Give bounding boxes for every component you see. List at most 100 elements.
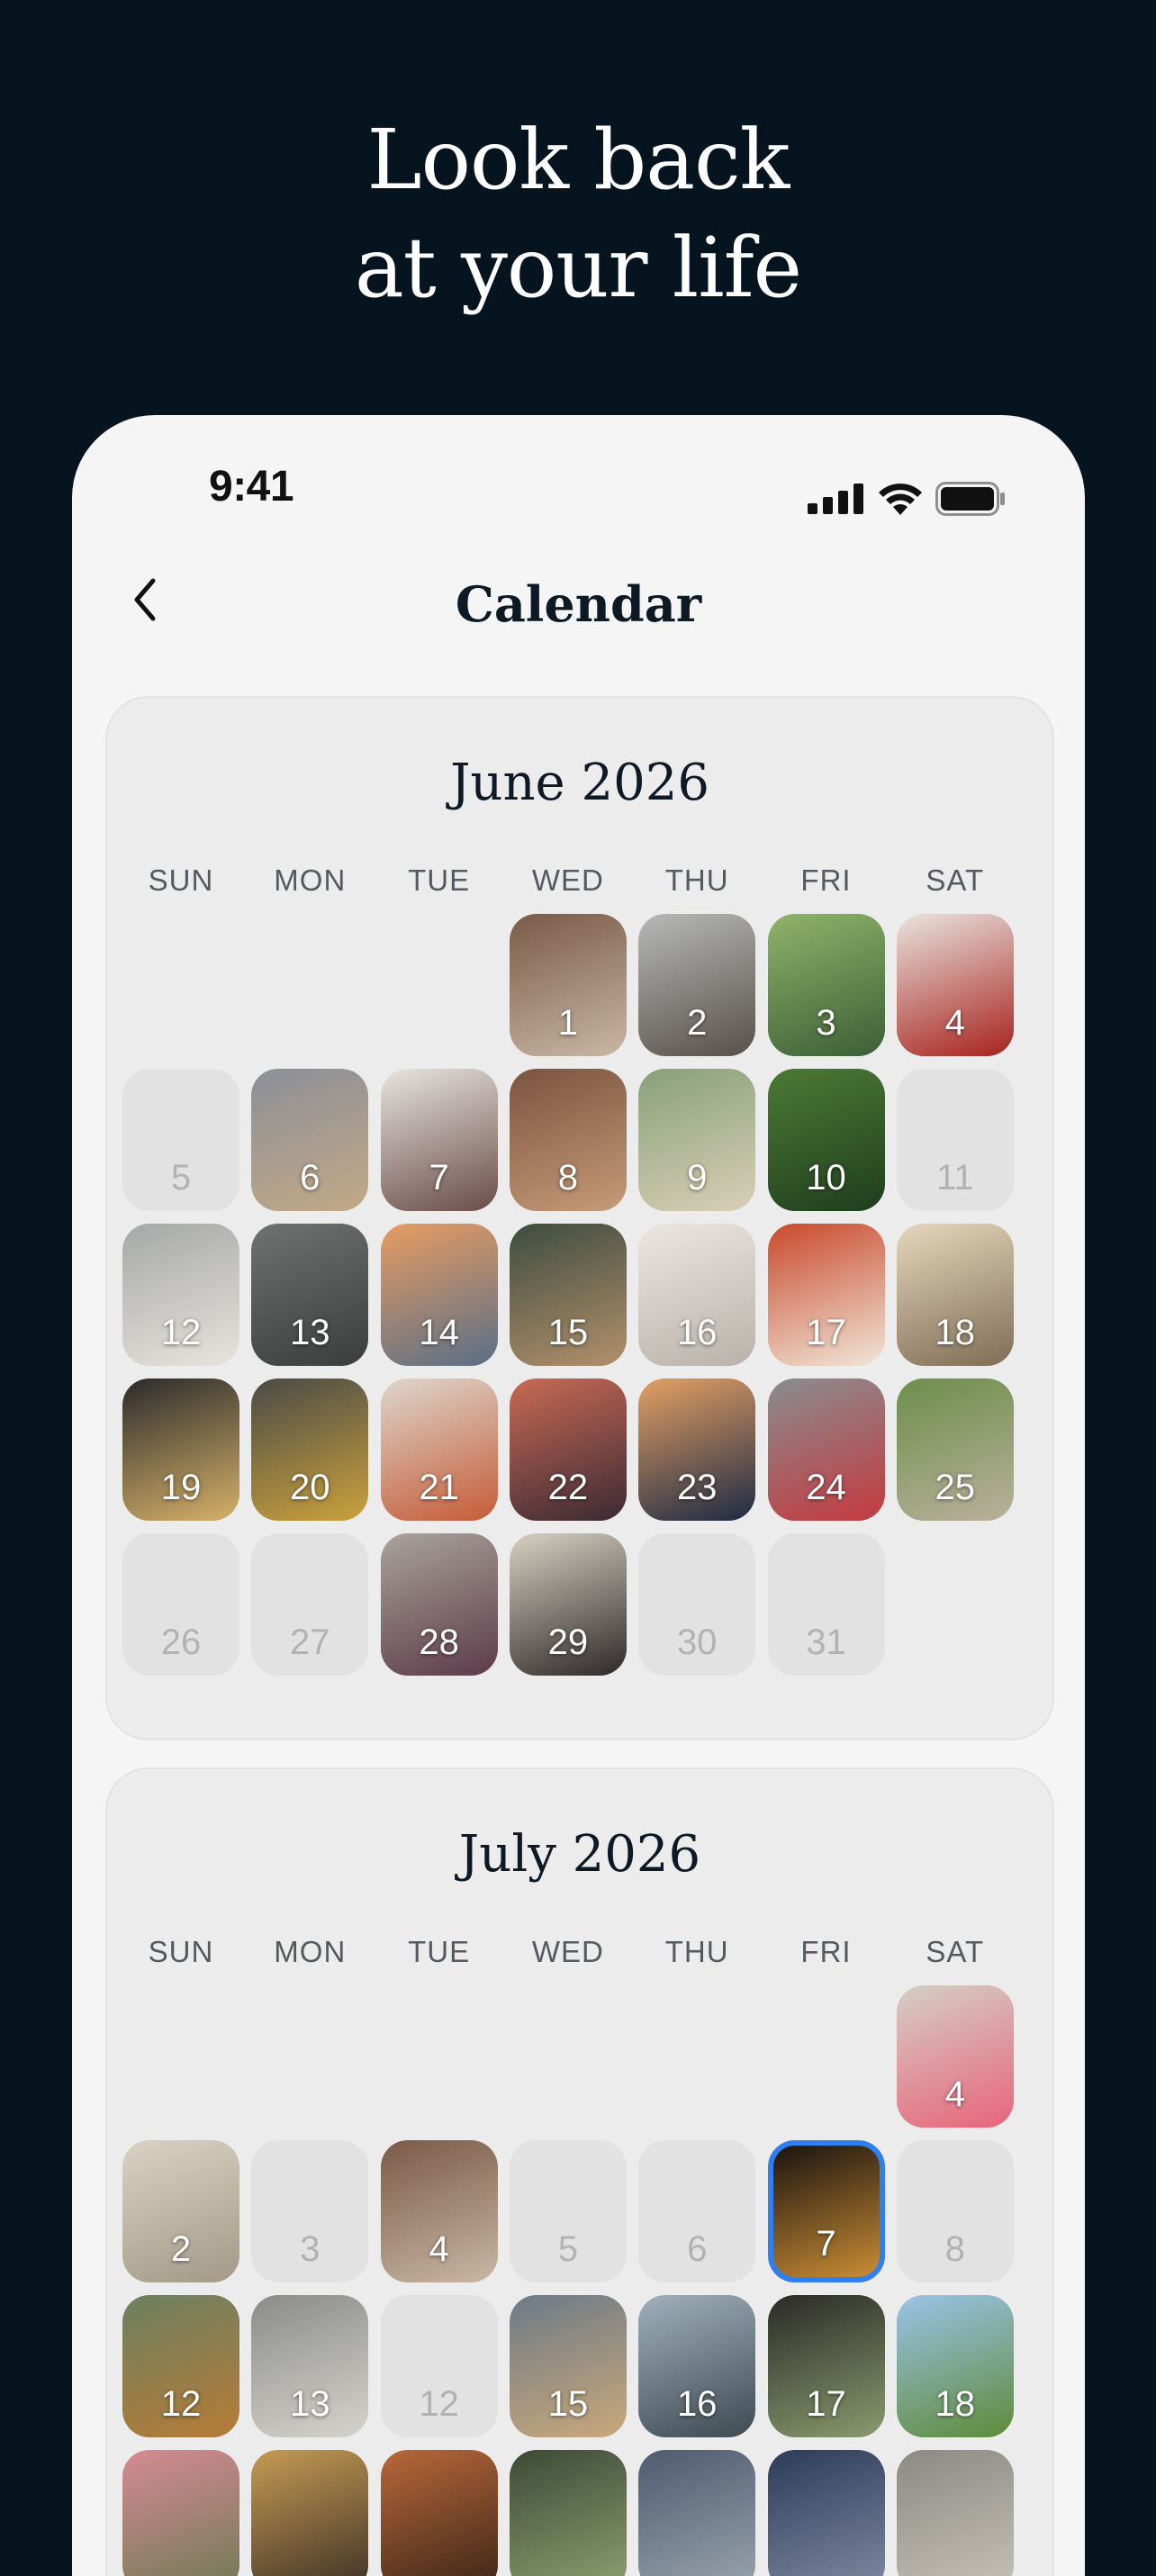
day-number: 2: [170, 2229, 192, 2269]
calendar-day[interactable]: 8: [896, 2140, 1014, 2282]
calendar-day[interactable]: 6: [638, 2140, 756, 2282]
day-number: 17: [806, 2384, 846, 2424]
calendar-day[interactable]: 4: [896, 914, 1014, 1056]
calendar-day[interactable]: 5: [122, 1069, 239, 1211]
calendar-day[interactable]: 13: [251, 2295, 369, 2437]
day-number: 29: [547, 1622, 589, 1662]
day-number: 14: [419, 1313, 459, 1352]
calendar-day[interactable]: 12: [122, 2295, 239, 2437]
calendar-day[interactable]: [767, 2450, 885, 2576]
calendar-day[interactable]: 16: [638, 1224, 756, 1366]
calendar-day[interactable]: 20: [251, 1378, 369, 1521]
calendar-day[interactable]: [896, 2450, 1014, 2576]
day-number: 28: [419, 1622, 459, 1662]
calendar-day[interactable]: 15: [509, 2295, 627, 2437]
page-title: Calendar: [455, 575, 702, 633]
day-number: 20: [290, 1468, 330, 1507]
weekday-label: THU: [664, 1935, 729, 1968]
day-number: 4: [429, 2229, 449, 2269]
month-title: July 2026: [458, 1825, 701, 1884]
calendar-day[interactable]: 17: [767, 2295, 885, 2437]
day-number: 6: [300, 1158, 321, 1198]
weekday-label: MON: [274, 1935, 347, 1968]
phone-screen: 9:41 Calendar June 2026 SUN MON TUE WED THU FR…: [72, 415, 1085, 2576]
day-number: 6: [687, 2229, 708, 2269]
day-number: 2: [687, 1003, 708, 1043]
calendar-day[interactable]: 16: [638, 2295, 756, 2437]
day-number: 3: [300, 2229, 321, 2269]
day-number: 7: [816, 2224, 836, 2264]
calendar-day[interactable]: 25: [896, 1378, 1014, 1521]
day-number: 18: [935, 1313, 976, 1352]
calendar-day[interactable]: [380, 2450, 498, 2576]
calendar-day[interactable]: 30: [638, 1533, 756, 1676]
day-number: 25: [935, 1468, 976, 1507]
day-number: 9: [687, 1158, 708, 1198]
day-number: 16: [676, 2384, 718, 2424]
day-number: 23: [676, 1468, 718, 1507]
calendar-day[interactable]: 4: [896, 1985, 1014, 2128]
calendar-day[interactable]: 17: [767, 1224, 885, 1366]
status-time: 9:41: [209, 463, 294, 511]
calendar-day[interactable]: 24: [767, 1378, 885, 1521]
calendar-day[interactable]: 10: [767, 1069, 885, 1211]
calendar-day[interactable]: 1: [509, 914, 627, 1056]
calendar-day[interactable]: 28: [380, 1533, 498, 1676]
day-number: 8: [944, 2229, 965, 2269]
day-number: 11: [936, 1158, 974, 1198]
day-number: 5: [170, 1158, 192, 1198]
calendar-day[interactable]: 31: [767, 1533, 885, 1676]
calendar-day[interactable]: 12: [122, 1224, 239, 1366]
day-number: 10: [806, 1158, 846, 1198]
calendar-day[interactable]: [122, 2450, 239, 2576]
status-icons: [808, 482, 1006, 516]
day-number: 1: [557, 1003, 579, 1043]
weekday-label: SUN: [148, 863, 214, 897]
day-number: 12: [160, 1313, 202, 1352]
day-number: 15: [547, 1313, 589, 1352]
calendar-day[interactable]: 7: [380, 1069, 498, 1211]
calendar-day[interactable]: 2: [638, 914, 756, 1056]
day-number: 19: [160, 1468, 202, 1507]
calendar-day[interactable]: 13: [251, 1224, 369, 1366]
day-number: 4: [944, 2074, 965, 2114]
calendar-day[interactable]: 3: [767, 914, 885, 1056]
calendar-day[interactable]: 11: [896, 1069, 1014, 1211]
calendar-day[interactable]: 8: [509, 1069, 627, 1211]
day-number: 5: [557, 2229, 579, 2269]
calendar-day[interactable]: 7: [767, 2140, 885, 2282]
calendar-day[interactable]: 3: [251, 2140, 369, 2282]
calendar-day[interactable]: 5: [509, 2140, 627, 2282]
calendar-day[interactable]: 4: [380, 2140, 498, 2282]
calendar-day[interactable]: 18: [896, 2295, 1014, 2437]
calendar-day[interactable]: 23: [638, 1378, 756, 1521]
calendar-day[interactable]: [251, 2450, 369, 2576]
calendar-day[interactable]: 19: [122, 1378, 239, 1521]
weekday-label: FRI: [800, 1935, 852, 1968]
calendar-day[interactable]: 12: [380, 2295, 498, 2437]
cellular-signal-icon: [808, 484, 863, 514]
calendar-day[interactable]: 14: [380, 1224, 498, 1366]
calendar-day[interactable]: 15: [509, 1224, 627, 1366]
weekday-label: TUE: [408, 1935, 471, 1968]
calendar-day[interactable]: 29: [509, 1533, 627, 1676]
calendar-day[interactable]: 21: [380, 1378, 498, 1521]
day-number: 13: [290, 2384, 330, 2424]
day-number: 26: [160, 1622, 202, 1662]
calendar-day[interactable]: 2: [122, 2140, 239, 2282]
headline-line-2: at your life: [354, 220, 802, 316]
calendar-day[interactable]: 6: [251, 1069, 369, 1211]
day-number: 15: [547, 2384, 589, 2424]
calendar-day[interactable]: 27: [251, 1533, 369, 1676]
calendar-day[interactable]: [509, 2450, 627, 2576]
calendar-day[interactable]: 18: [896, 1224, 1014, 1366]
calendar-day[interactable]: [638, 2450, 756, 2576]
calendar-day[interactable]: 26: [122, 1533, 239, 1676]
day-number: 4: [944, 1003, 965, 1043]
calendar-day[interactable]: 9: [638, 1069, 756, 1211]
calendar-day[interactable]: 22: [509, 1378, 627, 1521]
day-number: 13: [290, 1313, 330, 1352]
day-number: 3: [816, 1003, 836, 1043]
month-card: June 2026 SUN MON TUE WED THU FRI SAT 1 2 3 4 5 6 7 8 9 1…: [105, 696, 1054, 1740]
weekday-label: THU: [664, 863, 729, 897]
